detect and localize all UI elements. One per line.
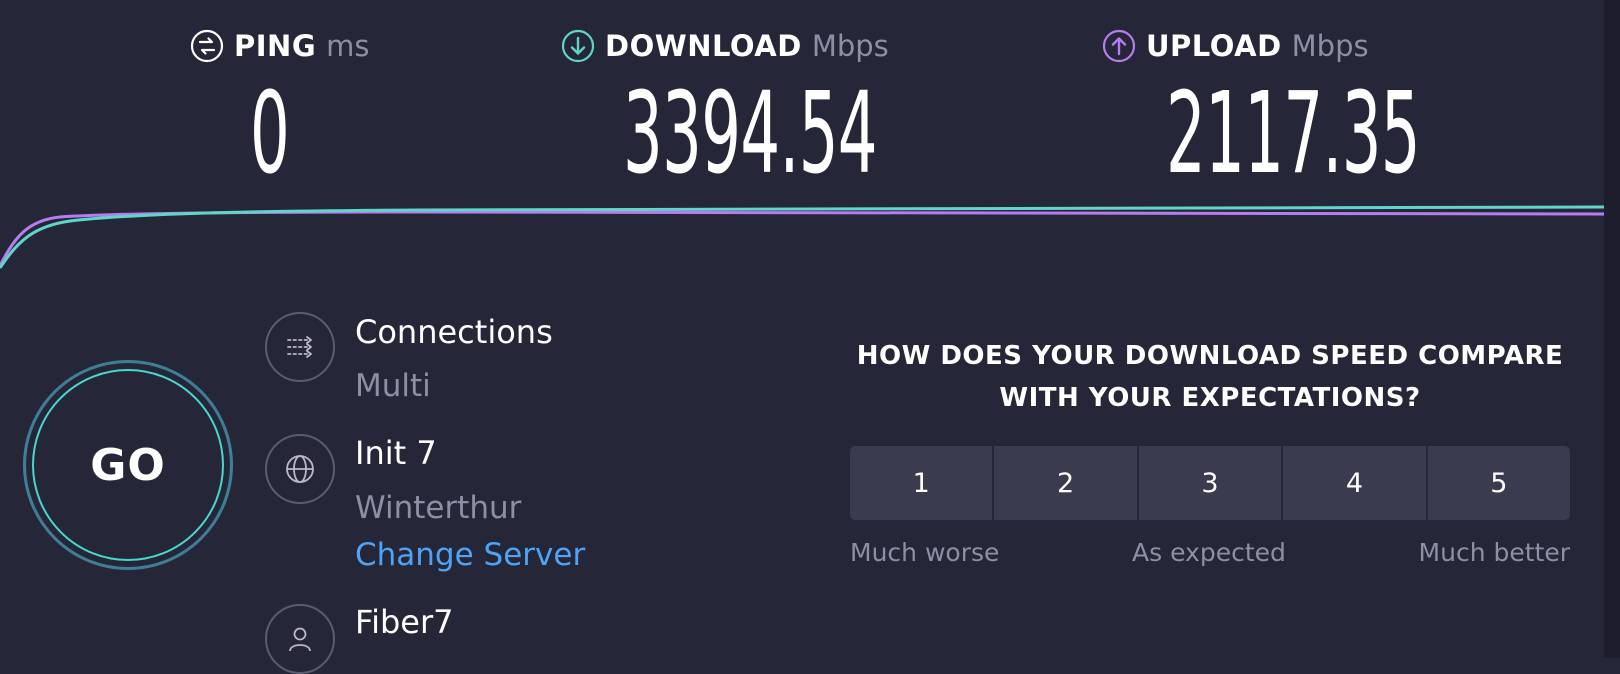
download-metric: DOWNLOAD Mbps 3394.54 [561,26,889,190]
server-location: Winterthur [355,490,522,526]
download-arrow-icon [561,29,595,63]
upload-arrow-icon [1102,29,1136,63]
user-icon [265,604,335,674]
rating-button-1[interactable]: 1 [850,446,995,520]
rating-button-5[interactable]: 5 [1427,446,1570,520]
go-button-inner[interactable]: GO [32,369,224,561]
window-edge [1604,0,1620,658]
ping-unit: ms [326,29,370,63]
download-speed-line [0,205,1604,269]
download-value: 3394.54 [623,69,878,199]
ping-metric: PING ms 0 [190,26,369,190]
go-label: GO [90,439,166,491]
rating-button-3[interactable]: 3 [1138,446,1284,520]
rating-scale: 1 2 3 4 5 [850,446,1570,520]
rating-button-4[interactable]: 4 [1283,446,1428,520]
download-label: DOWNLOAD [605,29,802,63]
download-header: DOWNLOAD Mbps [561,26,889,66]
connections-title: Connections [355,313,553,351]
ping-icon [190,29,224,63]
globe-icon [265,434,335,504]
provider-name: Fiber7 [355,603,454,641]
rating-button-2[interactable]: 2 [994,446,1139,520]
hint-much-worse: Much worse [850,538,1000,567]
ping-header: PING ms [190,26,369,66]
download-unit: Mbps [811,29,889,63]
rating-hints: Much worse As expected Much better [850,538,1570,567]
ping-value: 0 [250,69,290,199]
upload-speed-line [0,210,1604,267]
upload-header: UPLOAD Mbps [1102,26,1369,66]
server-name: Init 7 [355,434,437,472]
ping-label: PING [234,29,317,63]
connections-icon[interactable] [265,312,335,382]
upload-value: 2117.35 [1166,69,1421,199]
hint-much-better: Much better [1418,538,1570,567]
connections-value: Multi [355,368,431,404]
speed-graph [0,205,1604,269]
change-server-link[interactable]: Change Server [355,537,585,573]
upload-label: UPLOAD [1146,29,1282,63]
hint-as-expected: As expected [1132,538,1286,567]
survey-question: HOW DOES YOUR DOWNLOAD SPEED COMPARE WIT… [856,341,1564,413]
upload-metric: UPLOAD Mbps 2117.35 [1102,26,1421,190]
upload-unit: Mbps [1291,29,1369,63]
go-button[interactable]: GO [23,360,233,570]
